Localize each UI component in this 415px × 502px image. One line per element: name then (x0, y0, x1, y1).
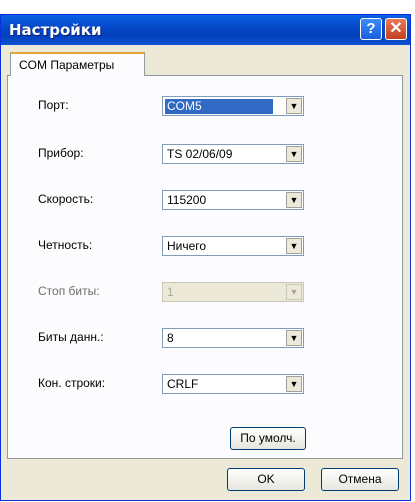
close-x-icon: ✕ (389, 20, 403, 37)
data-bits-label: Биты данн.: (38, 330, 104, 344)
port-select[interactable]: COM5 ▼ (162, 96, 304, 116)
parity-label: Четность: (38, 238, 93, 252)
speed-value: 115200 (167, 193, 207, 207)
parity-select[interactable]: Ничего ▼ (162, 236, 304, 256)
chevron-down-icon[interactable]: ▼ (286, 146, 302, 162)
close-button[interactable]: ✕ (385, 18, 407, 40)
line-end-value: CRLF (167, 377, 199, 391)
help-button[interactable]: ? (360, 18, 382, 40)
chevron-down-icon[interactable]: ▼ (286, 238, 302, 254)
device-label: Прибор: (38, 146, 84, 160)
com-parameters-panel: Порт: COM5 ▼ Прибор: TS 02/06/09 ▼ Скоро… (7, 75, 403, 459)
ok-button[interactable]: OK (227, 468, 305, 491)
settings-dialog: Настройки ? ✕ COM Параметры Порт: COM5 ▼… (0, 14, 411, 501)
port-label: Порт: (38, 98, 69, 112)
stop-bits-label: Стоп биты: (38, 284, 100, 298)
chevron-down-icon[interactable]: ▼ (286, 330, 302, 346)
tab-com-parameters[interactable]: COM Параметры (10, 52, 145, 76)
speed-select[interactable]: 115200 ▼ (162, 190, 304, 210)
speed-label: Скорость: (38, 192, 94, 206)
question-mark-icon: ? (366, 20, 376, 37)
data-bits-value: 8 (167, 331, 174, 345)
stop-bits-select: 1 ▼ (162, 282, 304, 302)
device-select[interactable]: TS 02/06/09 ▼ (162, 144, 304, 164)
chevron-down-icon[interactable]: ▼ (286, 98, 302, 114)
defaults-button[interactable]: По умолч. (230, 427, 306, 450)
line-end-label: Кон. строки: (38, 376, 106, 390)
chevron-down-icon[interactable]: ▼ (286, 192, 302, 208)
title-bar[interactable]: Настройки ? ✕ (1, 15, 410, 45)
chevron-down-icon: ▼ (286, 284, 302, 300)
parity-value: Ничего (167, 239, 207, 253)
stop-bits-value: 1 (167, 285, 174, 299)
data-bits-select[interactable]: 8 ▼ (162, 328, 304, 348)
window-title: Настройки (9, 21, 102, 39)
line-end-select[interactable]: CRLF ▼ (162, 374, 304, 394)
chevron-down-icon[interactable]: ▼ (286, 376, 302, 392)
cancel-button[interactable]: Отмена (321, 468, 399, 491)
port-value: COM5 (165, 99, 273, 114)
device-value: TS 02/06/09 (167, 147, 233, 161)
